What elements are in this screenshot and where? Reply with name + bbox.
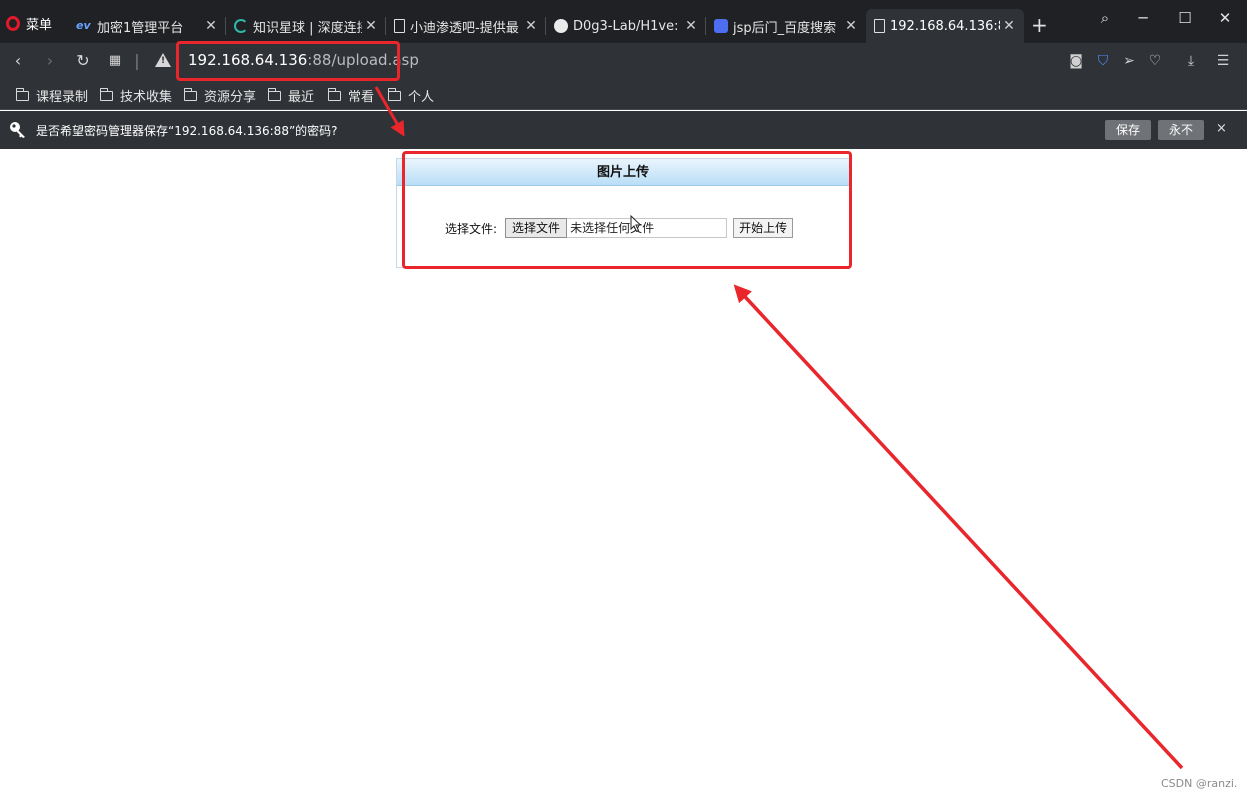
bookmark-folder[interactable]: 常看: [327, 86, 375, 105]
tab-title: 小迪渗透吧-提供最: [410, 20, 519, 36]
ev-icon: ev: [76, 19, 91, 32]
easy-setup-icon[interactable]: ☰: [1213, 52, 1233, 70]
tab-close-icon[interactable]: ✕: [362, 18, 380, 34]
minimize-icon[interactable]: ─: [1131, 9, 1155, 27]
search-tabs-icon[interactable]: ⌕: [1093, 9, 1117, 27]
watermark: CSDN @ranzi.: [1161, 777, 1238, 790]
selected-file-text: 未选择任何文件: [567, 218, 728, 238]
toolbar-divider: |: [134, 51, 140, 70]
ring-icon: [234, 19, 248, 33]
tab-close-icon[interactable]: ✕: [842, 18, 860, 34]
tab-title: jsp后门_百度搜索: [733, 20, 837, 36]
url-path: :88/upload.asp: [307, 51, 419, 69]
vpn-shield-icon[interactable]: ⛉: [1093, 52, 1113, 70]
github-icon: [554, 19, 568, 33]
bookmark-folder[interactable]: 课程录制: [15, 86, 89, 105]
choose-file-button[interactable]: 选择文件: [505, 218, 568, 238]
file-field-label: 选择文件:: [445, 221, 498, 236]
tab-5[interactable]: jsp后门_百度搜索 ✕: [706, 9, 866, 43]
folder-icon: [387, 87, 401, 101]
bookmark-folder[interactable]: 最近: [267, 86, 315, 105]
password-save-bar: 是否希望密码管理器保存“192.168.64.136:88”的密码? 保存 永不…: [0, 111, 1247, 149]
bookmarks-bar: 课程录制 技术收集 资源分享 最近 常看 个人: [0, 80, 1247, 110]
tab-close-icon[interactable]: ✕: [202, 18, 220, 34]
bookmark-label: 最近: [288, 90, 315, 105]
folder-icon: [99, 87, 113, 101]
page-content: 图片上传 选择文件: 选择文件 未选择任何文件 开始上传: [0, 149, 1247, 798]
menu-label: 菜单: [26, 17, 53, 33]
bookmark-label: 常看: [348, 90, 375, 105]
browser-window: 菜单 ev 加密1管理平台 ✕ 知识星球 | 深度连接 ✕ 小迪渗透吧-提供最 …: [0, 0, 1247, 798]
bookmark-heart-icon[interactable]: ♡: [1145, 52, 1165, 70]
new-tab-button[interactable]: +: [1031, 13, 1048, 37]
address-toolbar: ‹ › ↻ ▦ | 192.168.64.136:88/upload.asp ◙…: [0, 43, 1247, 80]
bookmark-folder[interactable]: 技术收集: [99, 86, 173, 105]
opera-menu-button[interactable]: 菜单: [6, 11, 52, 35]
tab-title: 知识星球 | 深度连接: [253, 20, 362, 36]
folder-icon: [15, 87, 29, 101]
close-window-icon[interactable]: ✕: [1213, 9, 1237, 27]
maximize-icon[interactable]: ☐: [1173, 9, 1197, 27]
tab-1[interactable]: ev 加密1管理平台 ✕: [68, 9, 226, 43]
snapshot-icon[interactable]: ◙: [1066, 52, 1086, 70]
start-upload-button[interactable]: 开始上传: [733, 218, 794, 238]
tab-close-icon[interactable]: ✕: [682, 18, 700, 34]
bookmark-folder[interactable]: 个人: [387, 86, 435, 105]
password-prompt-text: 是否希望密码管理器保存“192.168.64.136:88”的密码?: [36, 124, 338, 138]
document-icon: [874, 19, 885, 33]
folder-icon: [327, 87, 341, 101]
address-input[interactable]: 192.168.64.136:88/upload.asp: [188, 51, 419, 69]
tab-title: 192.168.64.136:88/: [890, 18, 1000, 34]
forward-icon[interactable]: ›: [39, 51, 61, 71]
tab-close-icon[interactable]: ✕: [1000, 18, 1018, 34]
tab-3[interactable]: 小迪渗透吧-提供最 ✕: [386, 9, 546, 43]
not-secure-warning-icon[interactable]: [155, 53, 171, 67]
url-host: 192.168.64.136: [188, 51, 308, 69]
panel-title: 图片上传: [397, 159, 849, 186]
close-icon[interactable]: ×: [1216, 121, 1227, 136]
bookmark-folder[interactable]: 资源分享: [183, 86, 257, 105]
save-password-button[interactable]: 保存: [1105, 120, 1151, 140]
tab-strip: 菜单 ev 加密1管理平台 ✕ 知识星球 | 深度连接 ✕ 小迪渗透吧-提供最 …: [0, 0, 1247, 43]
reload-icon[interactable]: ↻: [72, 51, 94, 71]
tab-title: 加密1管理平台: [97, 20, 184, 36]
speed-dial-icon[interactable]: ▦: [104, 51, 126, 71]
tab-4[interactable]: D0g3-Lab/H1ve: A ✕: [546, 9, 706, 43]
opera-logo-icon: [6, 15, 20, 31]
bookmark-label: 技术收集: [120, 90, 173, 105]
back-icon[interactable]: ‹: [7, 51, 29, 71]
bookmark-label: 资源分享: [204, 90, 257, 105]
bookmark-label: 课程录制: [36, 90, 89, 105]
upload-form: 选择文件: 选择文件 未选择任何文件 开始上传: [445, 218, 794, 238]
downloads-icon[interactable]: ⤓: [1181, 52, 1201, 70]
never-save-button[interactable]: 永不: [1158, 120, 1204, 140]
tab-title: D0g3-Lab/H1ve: A: [573, 18, 682, 34]
upload-panel: 图片上传 选择文件: 选择文件 未选择任何文件 开始上传: [396, 158, 850, 268]
folder-icon: [183, 87, 197, 101]
baidu-icon: [714, 19, 728, 33]
tab-close-icon[interactable]: ✕: [522, 18, 540, 34]
send-icon[interactable]: ➢: [1119, 52, 1139, 70]
mouse-cursor-icon: [630, 215, 642, 233]
document-icon: [394, 19, 405, 33]
bookmark-label: 个人: [408, 90, 435, 105]
tab-6-active[interactable]: 192.168.64.136:88/ ✕: [866, 9, 1024, 43]
folder-icon: [267, 87, 281, 101]
key-icon: [10, 122, 25, 138]
tab-2[interactable]: 知识星球 | 深度连接 ✕: [226, 9, 386, 43]
